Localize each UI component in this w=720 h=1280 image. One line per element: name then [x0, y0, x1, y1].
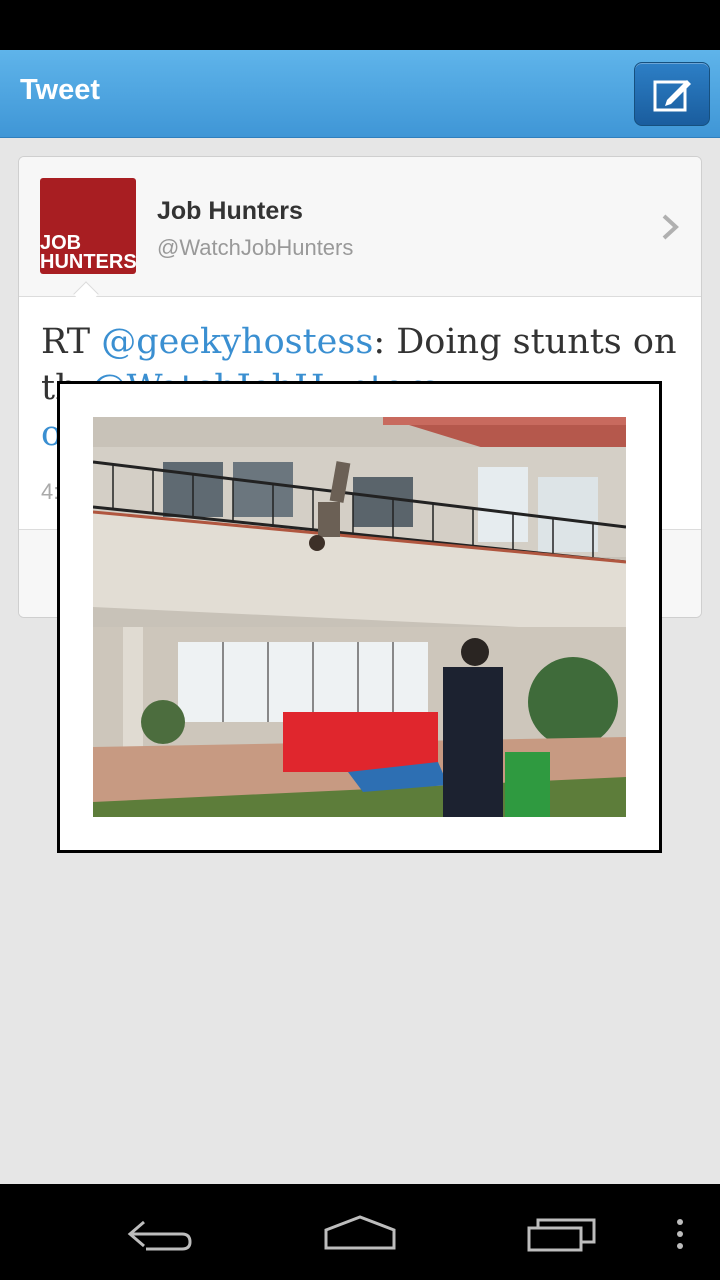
avatar[interactable]: JOB HUNTERS [40, 178, 136, 274]
author-name: Job Hunters [157, 197, 303, 225]
photo-image [93, 417, 626, 817]
avatar-text-line2: HUNTERS [40, 251, 136, 273]
tweet-author-header[interactable]: JOB HUNTERS Job Hunters @WatchJobHunters [19, 157, 701, 297]
tweet-photo[interactable] [93, 417, 626, 817]
navigation-bar [0, 1184, 720, 1280]
page-title: Tweet [20, 74, 101, 106]
tweet-text-prefix: RT [41, 322, 102, 362]
home-icon[interactable] [322, 1214, 398, 1252]
compose-button[interactable] [634, 62, 710, 126]
image-lightbox[interactable] [57, 381, 662, 853]
compose-icon [653, 80, 691, 112]
author-handle: @WatchJobHunters [157, 235, 354, 260]
tweet-text-middle: : Doing stunts on [373, 322, 677, 362]
recents-icon[interactable] [526, 1216, 598, 1252]
overflow-menu-icon[interactable] [674, 1218, 686, 1250]
action-bar: Tweet [0, 50, 720, 138]
back-icon[interactable] [126, 1218, 194, 1252]
mention-link[interactable]: @geekyhostess [101, 322, 373, 362]
chevron-right-icon [662, 214, 679, 240]
status-bar [0, 0, 720, 50]
